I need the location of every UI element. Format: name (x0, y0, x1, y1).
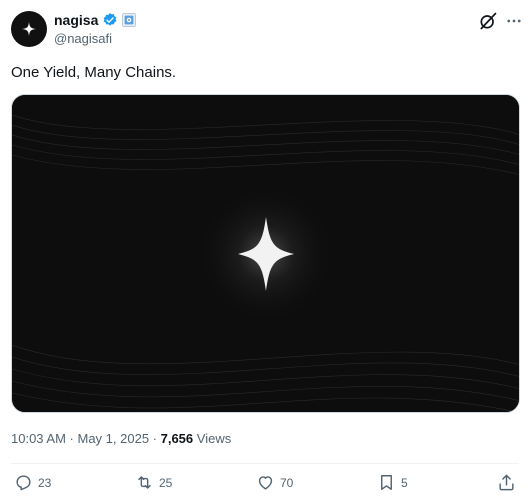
share-icon (499, 474, 514, 491)
repost-icon (138, 476, 151, 489)
bookmark-icon (381, 475, 392, 490)
meta-separator: · (65, 431, 78, 446)
share-button[interactable] (497, 473, 516, 492)
author-name[interactable]: nagisa (54, 12, 98, 28)
affiliate-badge-icon[interactable] (122, 13, 137, 27)
grok-icon[interactable] (478, 11, 498, 31)
heart-icon (258, 476, 273, 490)
reply-count: 23 (38, 475, 52, 490)
like-button[interactable]: 70 (256, 473, 293, 492)
action-bar: 23 25 70 5 (0, 473, 530, 497)
bookmark-button[interactable]: 5 (377, 473, 408, 492)
tweet-text: One Yield, Many Chains. (11, 64, 177, 81)
tweet-media[interactable] (11, 94, 520, 413)
repost-button[interactable]: 25 (135, 473, 172, 492)
repost-count: 25 (159, 475, 173, 490)
author-handle[interactable]: @nagisafi (54, 31, 112, 46)
divider (11, 463, 519, 464)
verified-badge-icon (104, 13, 117, 26)
author-name-row: nagisa (54, 12, 137, 28)
meta-separator: · (149, 431, 161, 446)
reply-icon (16, 475, 31, 491)
views-count: 7,656 (160, 431, 194, 446)
like-count: 70 (280, 475, 294, 490)
sparkle-star-icon (22, 22, 36, 36)
tweet-meta: 10:03 AM · May 1, 2025 · 7,656 Views (11, 431, 231, 446)
tweet-time[interactable]: 10:03 AM (11, 431, 66, 446)
reply-button[interactable]: 23 (14, 473, 51, 492)
views-label: Views (193, 431, 232, 446)
more-icon[interactable] (504, 11, 524, 31)
tweet-date[interactable]: May 1, 2025 (78, 431, 150, 446)
bookmark-count: 5 (401, 475, 408, 490)
avatar[interactable] (11, 11, 47, 47)
